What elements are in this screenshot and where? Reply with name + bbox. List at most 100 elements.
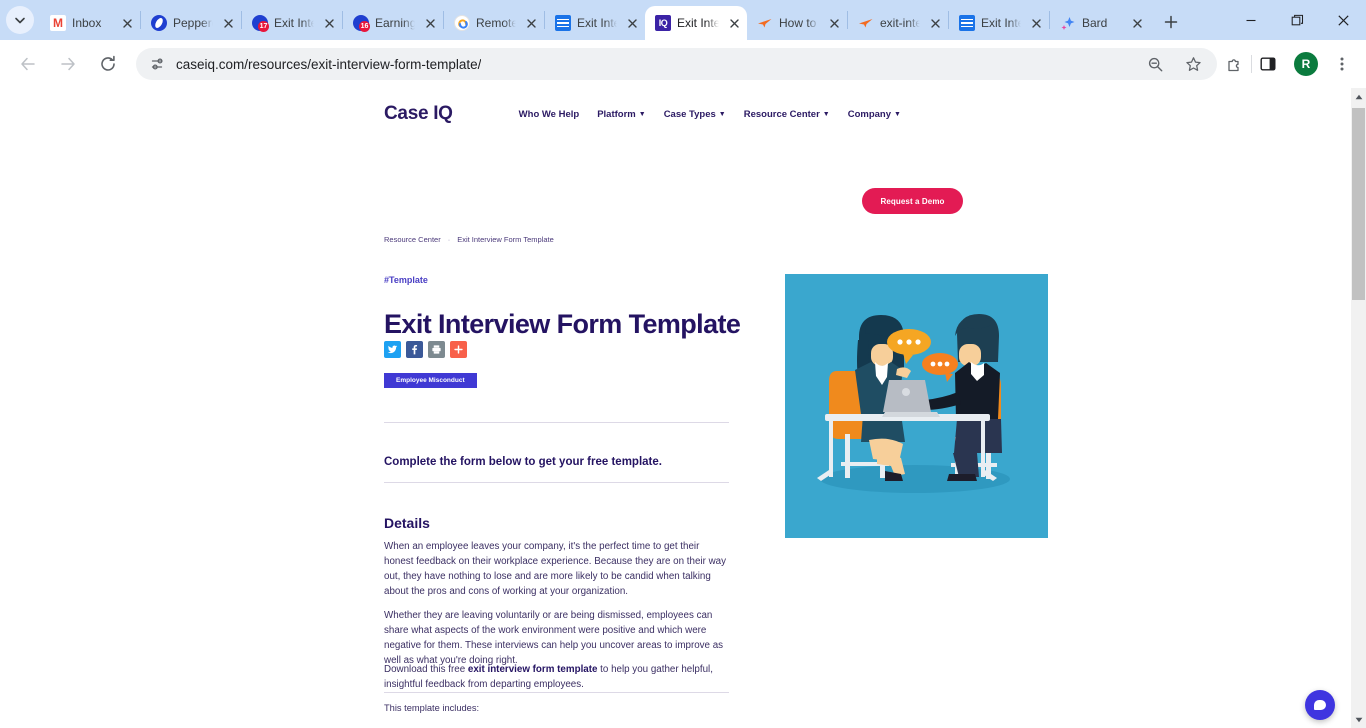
- tab-title: Bard: [1082, 16, 1108, 30]
- template-tag[interactable]: #Template: [384, 275, 428, 285]
- divider-3: [384, 692, 729, 693]
- bookmark-button[interactable]: [1181, 52, 1205, 76]
- omnibox-actions: [1143, 52, 1207, 76]
- tab[interactable]: M Inbox: [40, 6, 140, 40]
- scroll-down-button[interactable]: [1351, 711, 1366, 728]
- breadcrumb: Resource Center · Exit Interview Form Te…: [384, 235, 554, 244]
- site-header: Case IQ Who We Help Platform ▼ Case Types ▼ R…: [0, 88, 1351, 140]
- browser-menu-button[interactable]: [1330, 52, 1354, 76]
- red-badge-icon: 17: [252, 15, 269, 32]
- nav-item-platform[interactable]: Platform ▼: [597, 109, 645, 120]
- paper-plane-icon: [757, 15, 773, 31]
- chevron-down-icon: ▼: [822, 110, 830, 118]
- profile-avatar[interactable]: R: [1294, 52, 1318, 76]
- tab-close-button[interactable]: [926, 14, 944, 32]
- twitter-share-button[interactable]: [384, 341, 401, 358]
- forward-arrow-icon: [61, 57, 75, 71]
- close-icon: [1337, 14, 1349, 26]
- swirl-icon: [454, 15, 470, 31]
- url-text[interactable]: caseiq.com/resources/exit-interview-form…: [176, 57, 481, 72]
- site-settings-icon[interactable]: [148, 54, 168, 74]
- close-window-button[interactable]: [1320, 4, 1366, 36]
- nav-item-company[interactable]: Company ▼: [848, 109, 901, 120]
- new-tab-button[interactable]: [1156, 7, 1186, 37]
- scroll-up-button[interactable]: [1351, 88, 1366, 105]
- kebab-menu-icon: [1340, 57, 1344, 71]
- tab-close-button[interactable]: [522, 14, 540, 32]
- scrollbar-thumb[interactable]: [1352, 108, 1365, 300]
- tab-close-button[interactable]: [1027, 14, 1045, 32]
- tab-title: Exit Interview: [274, 16, 314, 30]
- nav-item-label: Who We Help: [518, 108, 580, 120]
- tab-close-button[interactable]: [219, 14, 237, 32]
- side-panel-button[interactable]: [1256, 52, 1280, 76]
- site-logo[interactable]: Case IQ: [384, 103, 453, 125]
- details-paragraph-1: When an employee leaves your company, it…: [384, 540, 727, 598]
- tab-search-area: [0, 0, 40, 40]
- tab[interactable]: Exit Interview: [949, 6, 1049, 40]
- tab-close-button[interactable]: [320, 14, 338, 32]
- breadcrumb-separator: ·: [447, 235, 451, 244]
- toolbar-divider: [1251, 55, 1252, 73]
- web-page: Case IQ Who We Help Platform ▼ Case Types ▼ R…: [0, 88, 1351, 728]
- plus-icon: [1164, 15, 1178, 29]
- tab-title: How to: [779, 16, 817, 30]
- print-button[interactable]: [428, 341, 445, 358]
- tab[interactable]: Exit Interview: [545, 6, 645, 40]
- pepper-icon: [151, 15, 167, 31]
- main-navigation: Who We Help Platform ▼ Case Types ▼ Resource …: [519, 109, 901, 120]
- breadcrumb-item-resource-center[interactable]: Resource Center: [384, 235, 441, 244]
- more-share-button[interactable]: [450, 341, 467, 358]
- tab-close-button[interactable]: [421, 14, 439, 32]
- nav-item-label: Company: [847, 108, 891, 120]
- facebook-share-button[interactable]: [406, 341, 423, 358]
- category-button[interactable]: Employee Misconduct: [384, 373, 477, 388]
- chevron-down-icon: [15, 17, 25, 24]
- tab-search-button[interactable]: [6, 6, 34, 34]
- tab-title: exit-interview: [880, 16, 920, 30]
- zoom-indicator-button[interactable]: [1143, 52, 1167, 76]
- sparkle-icon: [1060, 15, 1076, 31]
- extensions-button[interactable]: [1223, 52, 1247, 76]
- tab[interactable]: 17 Exit Interview: [242, 6, 342, 40]
- scroll-up-icon: [1355, 94, 1362, 99]
- star-icon: [1185, 56, 1201, 71]
- nav-item-who-we-help[interactable]: Who We Help: [519, 109, 580, 120]
- tab-title: Exit Interview: [981, 16, 1021, 30]
- browser-window: M Inbox Pepperdine 17 Exit Interview 16 Earnin…: [0, 0, 1366, 728]
- tab[interactable]: Remote: [444, 6, 544, 40]
- page-scrollbar[interactable]: [1351, 88, 1366, 728]
- tab-close-button[interactable]: [825, 14, 843, 32]
- paper-plane-icon: [858, 15, 874, 31]
- breadcrumb-item-current: Exit Interview Form Template: [457, 235, 554, 244]
- tab-close-button[interactable]: [725, 14, 743, 32]
- address-bar[interactable]: caseiq.com/resources/exit-interview-form…: [136, 48, 1217, 80]
- maximize-button[interactable]: [1274, 4, 1320, 36]
- tab-active[interactable]: IQ Exit Interview Form Template: [645, 6, 747, 40]
- includes-label: This template includes:: [384, 703, 480, 713]
- plus-icon: [454, 345, 463, 354]
- tab[interactable]: Pepperdine: [141, 6, 241, 40]
- request-demo-button[interactable]: Request a Demo: [862, 188, 963, 214]
- tab[interactable]: 16 Earnings: [343, 6, 443, 40]
- puzzle-icon: [1227, 58, 1239, 71]
- tab-close-button[interactable]: [623, 14, 641, 32]
- reload-icon: [101, 55, 115, 71]
- nav-item-case-types[interactable]: Case Types ▼: [664, 109, 726, 120]
- forward-button[interactable]: [52, 48, 84, 80]
- reload-button[interactable]: [92, 48, 124, 80]
- chat-widget-button[interactable]: [1305, 690, 1335, 720]
- minimize-button[interactable]: [1228, 4, 1274, 36]
- tab-badge-count: 16: [359, 21, 370, 32]
- back-button[interactable]: [12, 48, 44, 80]
- form-lead-text: Complete the form below to get your free…: [384, 456, 662, 468]
- tab-close-button[interactable]: [118, 14, 136, 32]
- tab[interactable]: How to: [747, 6, 847, 40]
- gmail-icon: M: [50, 15, 66, 31]
- tune-icon: [151, 58, 163, 70]
- tab-close-button[interactable]: [1128, 14, 1146, 32]
- tab[interactable]: Bard: [1050, 6, 1150, 40]
- tab[interactable]: exit-interview: [848, 6, 948, 40]
- tab-strip: M Inbox Pepperdine 17 Exit Interview 16 Earnin…: [0, 0, 1366, 40]
- nav-item-resource-center[interactable]: Resource Center ▼: [744, 109, 830, 120]
